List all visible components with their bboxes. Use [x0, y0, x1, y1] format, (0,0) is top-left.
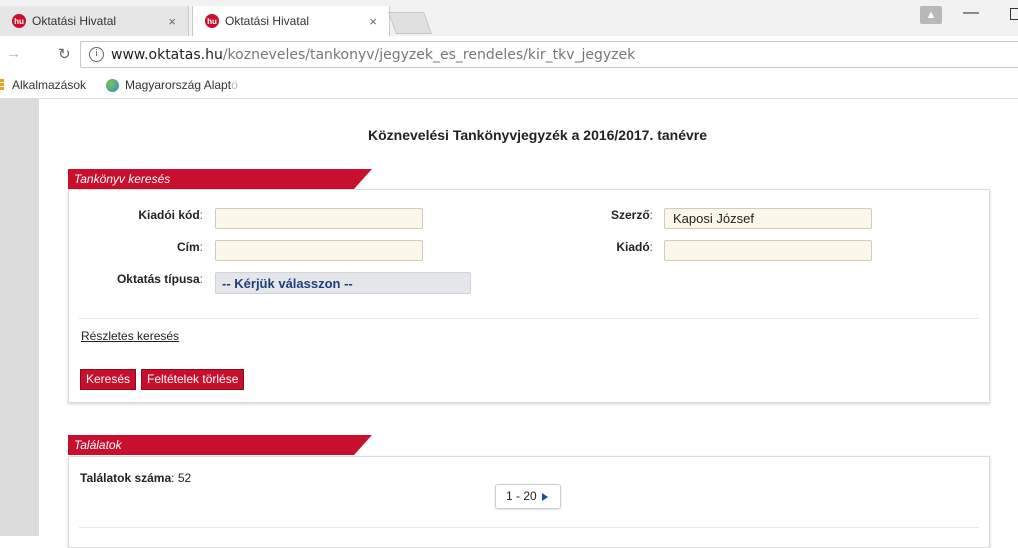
label-szerzo: Szerző:	[610, 208, 653, 222]
label-oktatas-tipusa: Oktatás típusa:	[116, 272, 203, 286]
globe-icon	[106, 78, 119, 92]
tab-title: Oktatási Hivatal	[225, 14, 310, 28]
browser-tab-active[interactable]: hu Oktatási Hivatal ×	[192, 6, 390, 36]
oktatas-tipusa-select[interactable]: -- Kérjük válasszon --	[215, 272, 471, 294]
tab-title: Oktatási Hivatal	[32, 14, 117, 28]
browser-tab-strip: hu Oktatási Hivatal × hu Oktatási Hivata…	[0, 0, 1018, 36]
pager-range: 1 - 20	[506, 489, 537, 503]
pagination-control[interactable]: 1 - 20	[495, 484, 561, 509]
browser-toolbar: → ↻ i www.oktatas.hu/kozneveles/tankonyv…	[0, 36, 1018, 73]
bookmark-label: Alkalmazások	[12, 78, 87, 92]
bookmark-magyarorszag[interactable]: Magyarország Alaptö	[106, 78, 238, 92]
bookmarks-bar: Alkalmazások Magyarország Alaptö	[0, 72, 1018, 99]
address-bar[interactable]: i www.oktatas.hu/kozneveles/tankonyv/jeg…	[80, 41, 1018, 68]
maximize-icon[interactable]	[1010, 8, 1018, 20]
divider	[79, 318, 979, 319]
results-section-tab: Találatok	[68, 435, 372, 455]
next-page-icon[interactable]	[542, 493, 548, 501]
bookmark-apps[interactable]: Alkalmazások	[0, 78, 86, 92]
page-title: Köznevelési Tankönyvjegyzék a 2016/2017.…	[368, 127, 708, 143]
close-tab-icon[interactable]: ×	[369, 14, 377, 29]
forward-arrow-icon[interactable]: →	[6, 45, 21, 62]
search-panel: Kiadói kód: Cím: Oktatás típusa: -- Kérj…	[68, 189, 990, 403]
advanced-search-link[interactable]: Részletes keresés	[81, 329, 179, 343]
browser-tab[interactable]: hu Oktatási Hivatal ×	[0, 6, 189, 36]
minimize-icon[interactable]: —	[963, 4, 979, 22]
clear-filters-button[interactable]: Feltételek törlése	[141, 369, 245, 390]
kiadoi-kod-input[interactable]	[215, 208, 423, 229]
results-panel: Találatok száma: 52 1 - 20	[68, 456, 990, 548]
site-favicon-icon: hu	[12, 14, 26, 28]
results-count: Találatok száma: 52	[80, 471, 192, 485]
info-icon[interactable]: i	[89, 47, 104, 62]
label-cim: Cím:	[176, 240, 203, 254]
new-tab-button[interactable]	[387, 12, 433, 34]
divider	[79, 527, 979, 528]
url-text: www.oktatas.hu/kozneveles/tankonyv/jegyz…	[111, 47, 636, 63]
apps-grid-icon	[0, 79, 4, 91]
site-favicon-icon: hu	[205, 14, 219, 28]
szerzo-input[interactable]	[664, 208, 872, 229]
cim-input[interactable]	[215, 240, 423, 261]
search-section-tab: Tankönyv keresés	[68, 169, 372, 189]
profile-icon[interactable]: ▲	[920, 6, 942, 24]
search-button[interactable]: Keresés	[80, 369, 137, 390]
left-sidebar	[0, 99, 39, 536]
label-kiado: Kiadó:	[616, 240, 653, 254]
bookmark-label: Magyarország Alaptö	[125, 78, 238, 92]
kiado-input[interactable]	[664, 240, 872, 261]
reload-icon[interactable]: ↻	[58, 45, 71, 63]
close-tab-icon[interactable]: ×	[168, 14, 176, 29]
label-kiadoi-kod: Kiadói kód:	[138, 208, 203, 222]
